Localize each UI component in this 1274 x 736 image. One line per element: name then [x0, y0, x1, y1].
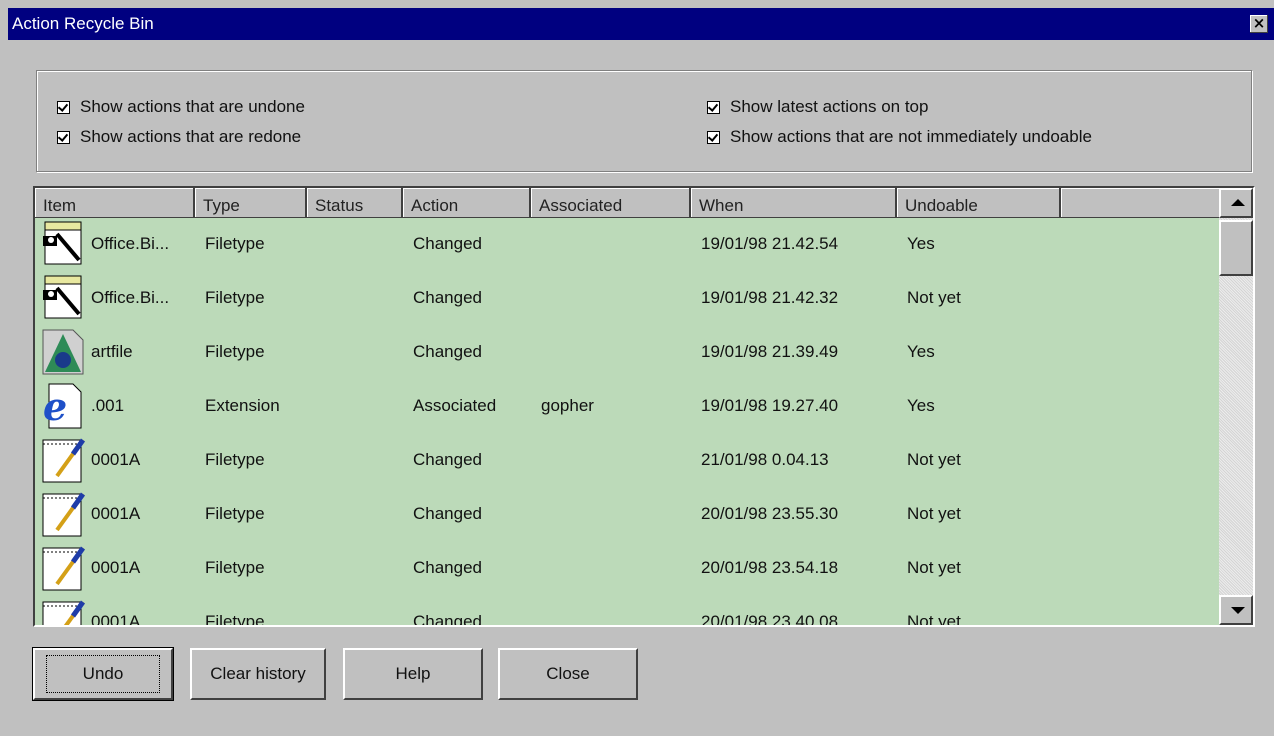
cell-item: 0001A [91, 558, 141, 577]
close-button[interactable]: Close [498, 648, 638, 700]
cell-item: 0001A [91, 450, 141, 469]
undo-button[interactable]: Undo [32, 647, 174, 701]
cell-action: Changed [413, 288, 483, 307]
list-row[interactable]: 0001A Filetype Changed 21/01/98 0.04.13 Not … [35, 434, 1219, 488]
cell-undoable: Not yet [907, 612, 961, 627]
show-not-undoable-checkbox[interactable]: Show actions that are not immediately un… [707, 127, 1092, 147]
cell-when: 19/01/98 21.42.32 [701, 288, 839, 307]
vertical-scrollbar[interactable] [1219, 188, 1253, 625]
internet-explorer-icon: e [39, 380, 87, 430]
column-header-type[interactable]: Type [195, 188, 307, 218]
svg-text:e: e [43, 384, 67, 429]
show-not-undoable-label: Show actions that are not immediately un… [730, 127, 1092, 146]
cell-when: 20/01/98 23.55.30 [701, 504, 839, 523]
help-button[interactable]: Help [343, 648, 483, 700]
cell-when: 19/01/98 19.27.40 [701, 396, 839, 415]
office-binder-icon [39, 218, 87, 268]
cell-item: artfile [91, 342, 133, 361]
cell-undoable: Not yet [907, 450, 961, 469]
list-row[interactable]: e .001 Extension Associated gopher 19/01/98 1… [35, 380, 1219, 434]
arrow-up-icon [1231, 199, 1245, 206]
cell-type: Filetype [205, 504, 265, 523]
cell-associated: gopher [541, 396, 594, 415]
cell-item: Office.Bi... [91, 234, 170, 253]
clear-history-button-label: Clear history [210, 664, 306, 683]
show-redone-label: Show actions that are redone [80, 127, 302, 146]
cell-undoable: Yes [907, 342, 935, 361]
scroll-thumb[interactable] [1219, 220, 1253, 276]
column-header-when[interactable]: When [691, 188, 897, 218]
cell-when: 21/01/98 0.04.13 [701, 450, 829, 469]
column-header-status[interactable]: Status [307, 188, 403, 218]
action-recycle-bin-window: Action Recycle Bin × Show actions that a… [0, 0, 1274, 736]
scroll-down-button[interactable] [1219, 595, 1253, 625]
action-list[interactable]: Item Type Status Action Associated When … [33, 186, 1255, 627]
show-undone-label: Show actions that are undone [80, 97, 305, 116]
notepad-pen-icon [39, 488, 87, 538]
column-header-item[interactable]: Item [35, 188, 195, 218]
cell-action: Changed [413, 504, 483, 523]
window-title: Action Recycle Bin [12, 14, 154, 33]
list-row[interactable]: 0001A Filetype Changed 20/01/98 23.40.08 Not… [35, 596, 1219, 627]
cell-item: 0001A [91, 504, 141, 523]
cell-when: 20/01/98 23.40.08 [701, 612, 839, 627]
list-row[interactable]: Office.Bi... Filetype Changed 19/01/98 21.4… [35, 272, 1219, 326]
column-header-associated[interactable]: Associated [531, 188, 691, 218]
checkbox-checked-icon [57, 100, 70, 114]
cell-when: 19/01/98 21.39.49 [701, 342, 839, 361]
options-group: Show actions that are undone Show action… [36, 70, 1252, 172]
column-header-action[interactable]: Action [403, 188, 531, 218]
list-row[interactable]: Office.Bi... Filetype Changed 19/01/98 21.4… [35, 218, 1219, 272]
cell-when: 19/01/98 21.42.54 [701, 234, 839, 253]
list-row[interactable]: 0001A Filetype Changed 20/01/98 23.54.18 Not… [35, 542, 1219, 596]
clear-history-button[interactable]: Clear history [190, 648, 326, 700]
title-bar[interactable]: Action Recycle Bin × [8, 8, 1274, 40]
list-row[interactable]: artfile Filetype Changed 19/01/98 21.39.49 Y… [35, 326, 1219, 380]
notepad-pen-icon [39, 434, 87, 484]
office-binder-icon [39, 272, 87, 322]
column-header-undoable[interactable]: Undoable [897, 188, 1061, 218]
cell-action: Changed [413, 450, 483, 469]
cell-undoable: Not yet [907, 288, 961, 307]
cell-type: Filetype [205, 342, 265, 361]
cell-when: 20/01/98 23.54.18 [701, 558, 839, 577]
cell-type: Extension [205, 396, 280, 415]
cell-type: Filetype [205, 558, 265, 577]
cell-type: Filetype [205, 288, 265, 307]
scroll-up-button[interactable] [1219, 188, 1253, 218]
cell-type: Filetype [205, 450, 265, 469]
close-icon[interactable]: × [1250, 15, 1268, 33]
cell-undoable: Yes [907, 396, 935, 415]
list-header: Item Type Status Action Associated When … [35, 188, 1225, 218]
cell-action: Changed [413, 234, 483, 253]
checkbox-checked-icon [707, 100, 720, 114]
arrow-down-icon [1231, 607, 1245, 614]
show-undone-checkbox[interactable]: Show actions that are undone [57, 97, 305, 117]
cell-item: 0001A [91, 612, 141, 627]
cell-action: Changed [413, 612, 483, 627]
close-button-label: Close [546, 664, 590, 683]
cell-action: Associated [413, 396, 497, 415]
list-row[interactable]: 0001A Filetype Changed 20/01/98 23.55.30 Not… [35, 488, 1219, 542]
cell-undoable: Yes [907, 234, 935, 253]
cell-undoable: Not yet [907, 504, 961, 523]
art-file-icon [39, 326, 87, 376]
checkbox-checked-icon [57, 130, 70, 144]
cell-item: .001 [91, 396, 125, 415]
checkbox-checked-icon [707, 130, 720, 144]
help-button-label: Help [395, 664, 431, 683]
show-redone-checkbox[interactable]: Show actions that are redone [57, 127, 301, 147]
cell-undoable: Not yet [907, 558, 961, 577]
notepad-pen-icon [39, 596, 87, 625]
undo-button-label: Undo [45, 655, 161, 693]
cell-action: Changed [413, 342, 483, 361]
show-latest-top-label: Show latest actions on top [730, 97, 929, 116]
column-header-filler [1061, 188, 1219, 218]
cell-action: Changed [413, 558, 483, 577]
cell-item: Office.Bi... [91, 288, 170, 307]
notepad-pen-icon [39, 542, 87, 592]
cell-type: Filetype [205, 234, 265, 253]
show-latest-top-checkbox[interactable]: Show latest actions on top [707, 97, 928, 117]
cell-type: Filetype [205, 612, 265, 627]
